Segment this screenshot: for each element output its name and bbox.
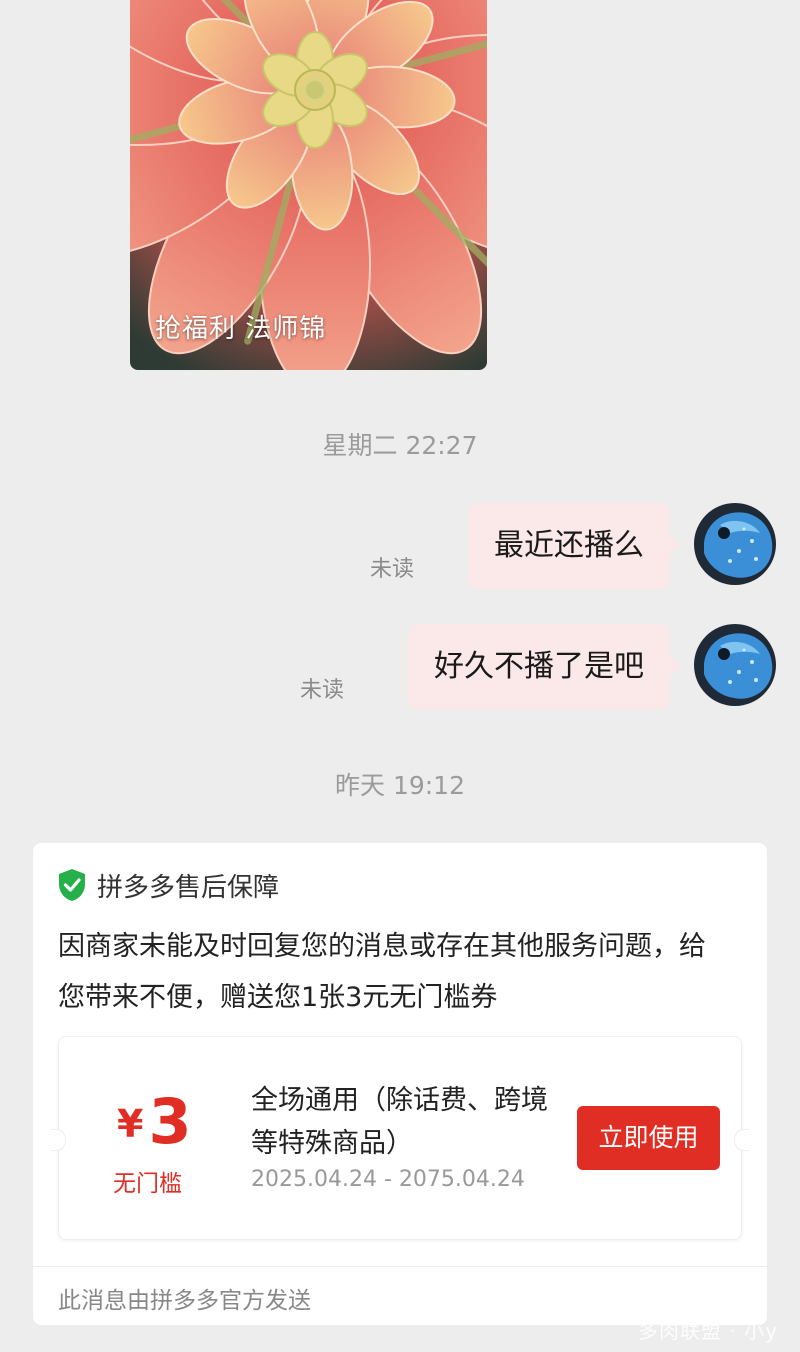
message-bubble[interactable]: 最近还播么 bbox=[468, 503, 681, 589]
unread-status: 未读 bbox=[299, 678, 344, 703]
divider bbox=[33, 1266, 767, 1267]
coupon[interactable]: ¥ 3 无门槛 全场通用（除话费、跨境等特殊商品） 2025.04.24 - 2… bbox=[51, 1036, 749, 1240]
after-sales-card: 拼多多售后保障 因商家未能及时回复您的消息或存在其他服务问题，给您带来不便，赠送… bbox=[33, 843, 767, 1325]
coupon-value: 3 bbox=[148, 1085, 192, 1158]
shield-check-icon bbox=[59, 869, 85, 901]
use-now-button[interactable]: 立即使用 bbox=[577, 1106, 720, 1170]
coupon-validity: 2025.04.24 - 2075.04.24 bbox=[251, 1167, 525, 1192]
product-card[interactable]: 抢福利 法师锦 bbox=[130, 0, 487, 370]
card-message: 因商家未能及时回复您的消息或存在其他服务问题，给您带来不便，赠送您1张3元无门槛… bbox=[58, 931, 706, 1013]
coupon-threshold: 无门槛 bbox=[113, 1171, 182, 1197]
currency-symbol: ¥ bbox=[117, 1102, 144, 1146]
chat-timestamp: 星期二 22:27 bbox=[322, 431, 478, 460]
avatar-image bbox=[694, 503, 776, 585]
message-row: 未读 最近还播么 bbox=[356, 503, 776, 589]
message-bubble[interactable]: 好久不播了是吧 bbox=[408, 624, 681, 710]
card-title: 拼多多售后保障 bbox=[97, 872, 280, 903]
unread-status: 未读 bbox=[369, 557, 414, 582]
watermark: 多肉联盟 · 小y bbox=[638, 1319, 778, 1343]
coupon-amount: ¥ 3 bbox=[117, 1085, 192, 1158]
chat-timestamp: 昨天 19:12 bbox=[335, 771, 465, 800]
card-footer: 此消息由拼多多官方发送 bbox=[58, 1288, 311, 1314]
avatar[interactable] bbox=[694, 624, 776, 706]
avatar[interactable] bbox=[694, 503, 776, 585]
card-header: 拼多多售后保障 bbox=[57, 867, 279, 903]
message-row: 未读 好久不播了是吧 bbox=[286, 624, 776, 710]
avatar-image bbox=[694, 624, 776, 706]
product-caption: 抢福利 法师锦 bbox=[155, 314, 327, 344]
coupon-description: 全场通用（除话费、跨境等特殊商品） bbox=[251, 1085, 548, 1159]
